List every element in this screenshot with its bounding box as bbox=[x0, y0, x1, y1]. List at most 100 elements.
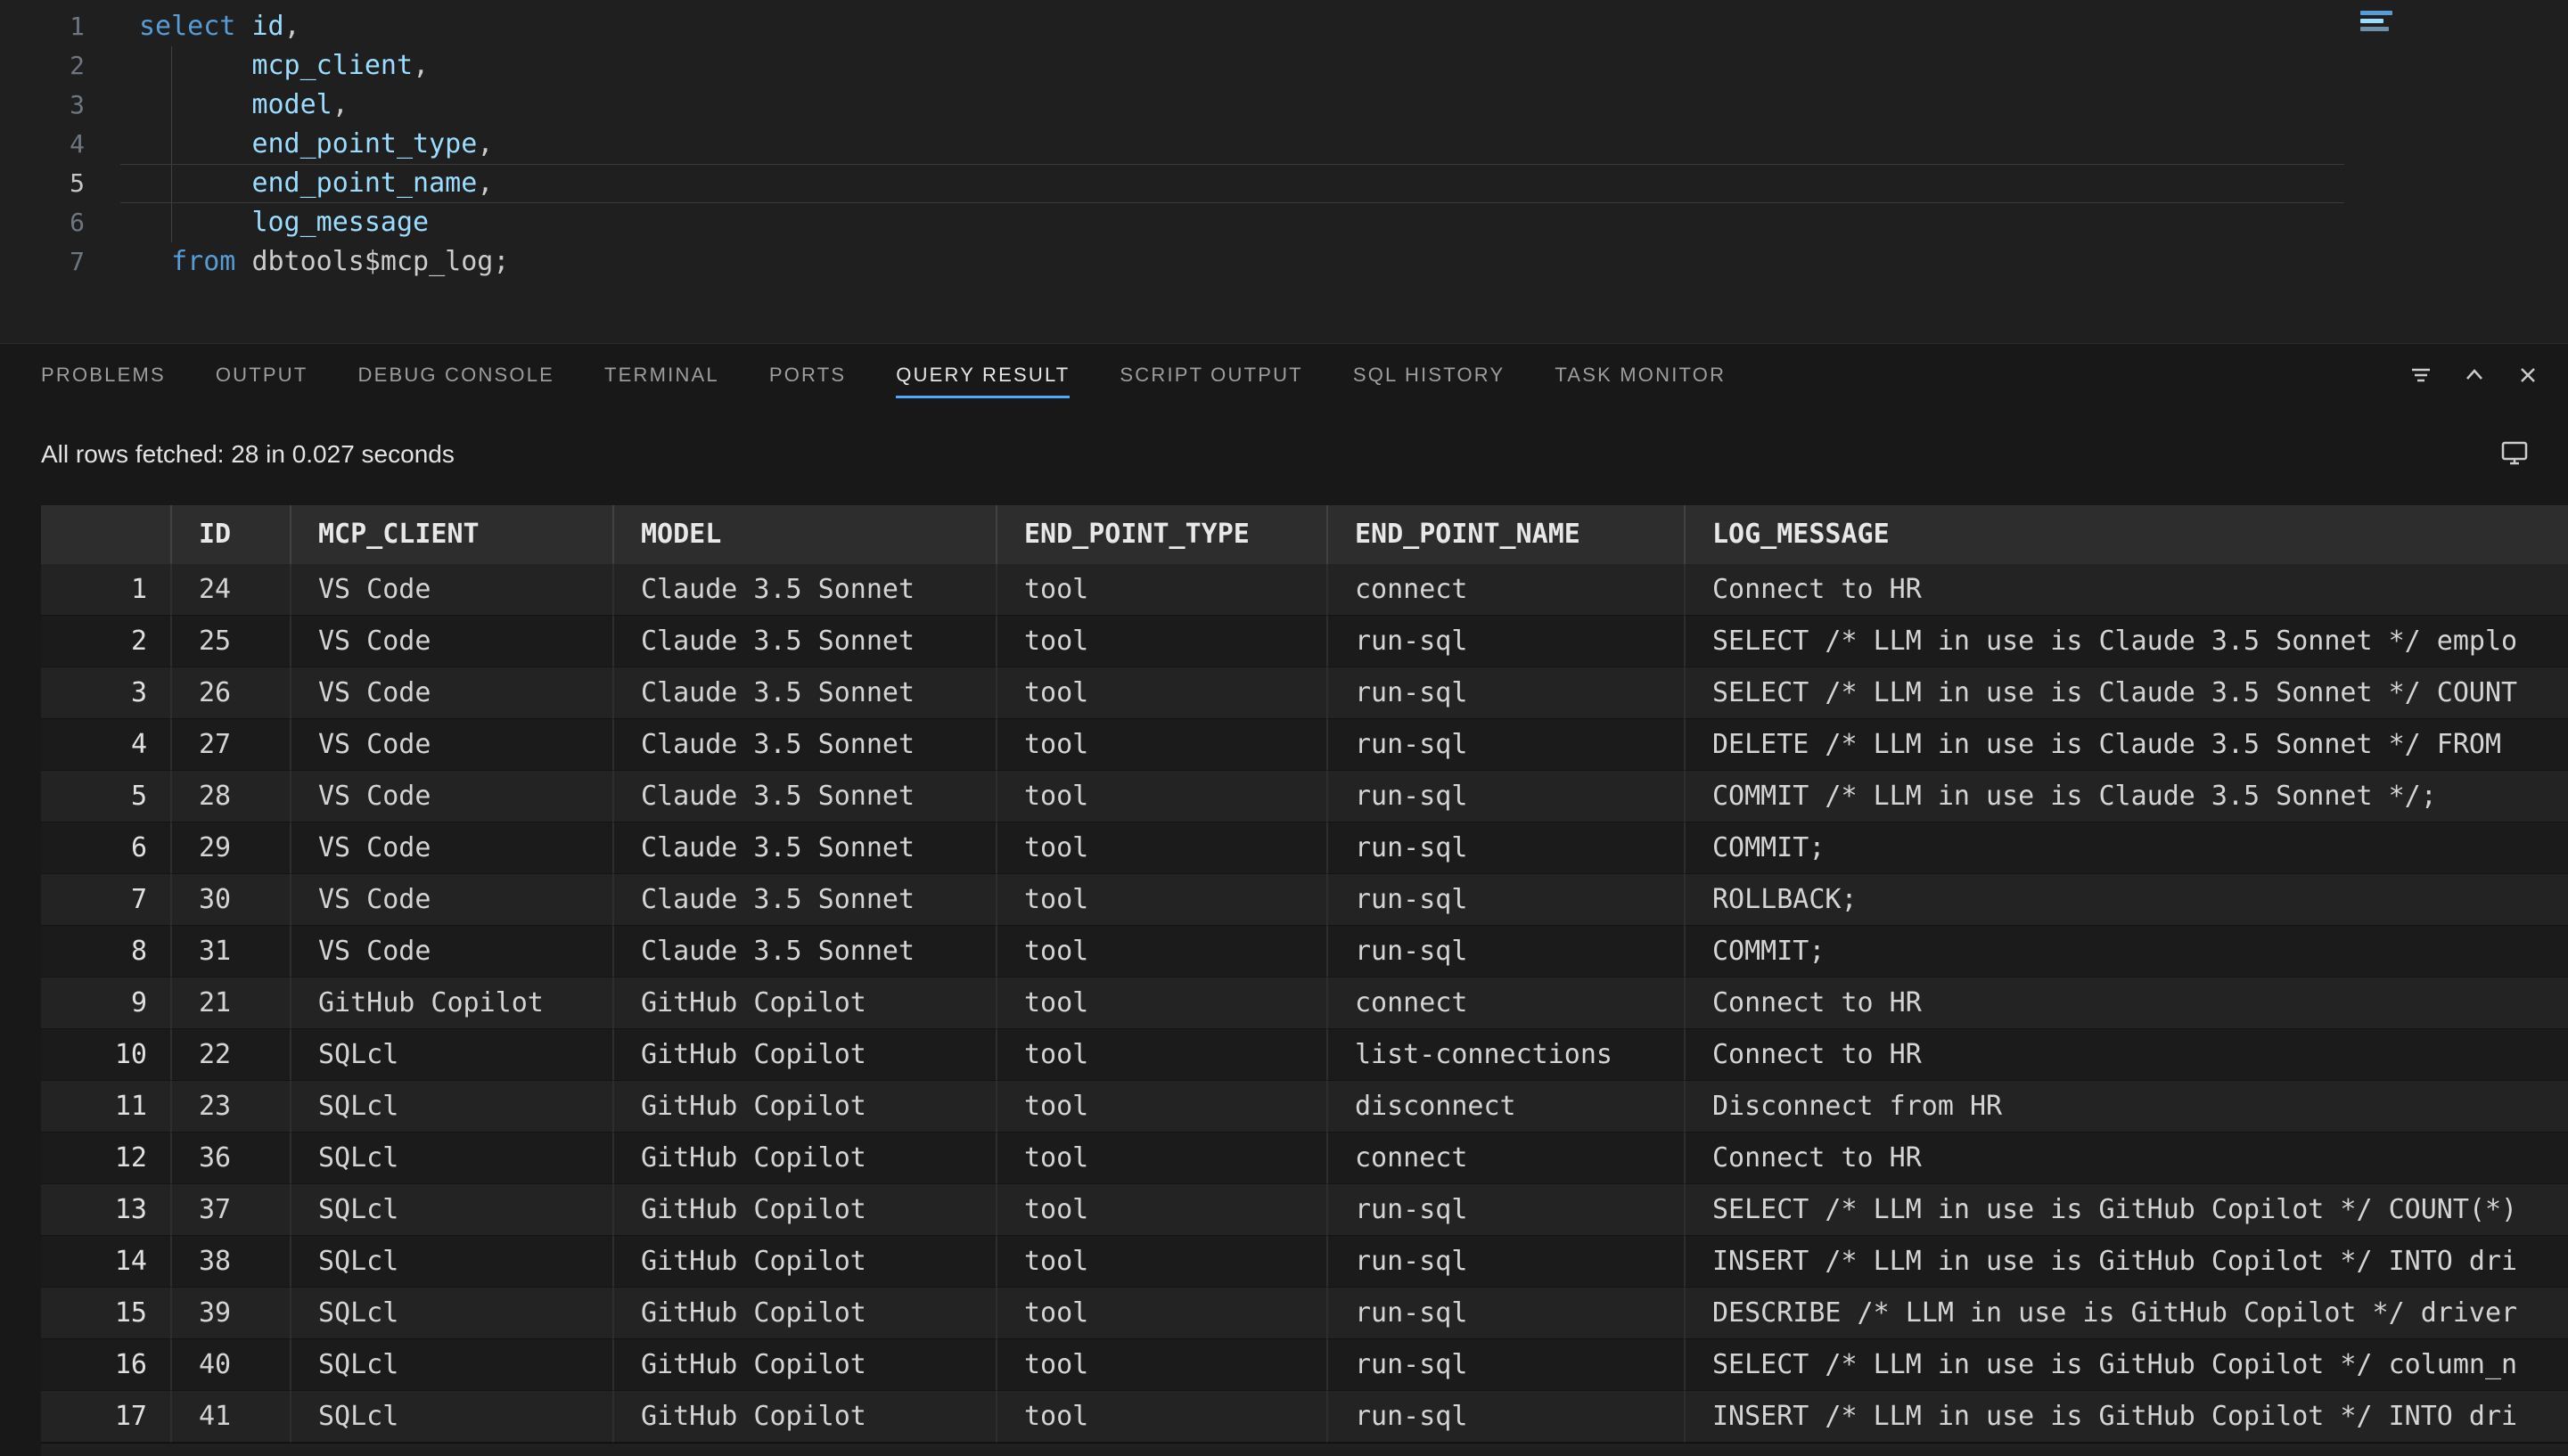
table-row[interactable]: 1337SQLclGitHub Copilottoolrun-sqlSELECT… bbox=[41, 1184, 2568, 1236]
table-row[interactable]: 1438SQLclGitHub Copilottoolrun-sqlINSERT… bbox=[41, 1236, 2568, 1288]
cell-id: 22 bbox=[170, 1029, 290, 1081]
cell-end_point_type: tool bbox=[996, 719, 1326, 771]
table-row[interactable]: 1022SQLclGitHub Copilottoollist-connecti… bbox=[41, 1029, 2568, 1081]
minimap-bar bbox=[2360, 27, 2389, 31]
cell-log_message: SELECT /* LLM in use is GitHub Copilot *… bbox=[1684, 1184, 2568, 1236]
cell-id: 31 bbox=[170, 926, 290, 977]
row-number: 14 bbox=[41, 1236, 170, 1288]
cell-model: Claude 3.5 Sonnet bbox=[612, 667, 996, 719]
token-plain bbox=[139, 246, 171, 277]
code-text: mcp_client, bbox=[139, 46, 429, 86]
cell-log_message: DESCRIBE /* LLM in use is GitHub Copilot… bbox=[1684, 1288, 2568, 1339]
cell-id: 41 bbox=[170, 1391, 290, 1443]
cell-end_point_type: tool bbox=[996, 564, 1326, 616]
column-header-model[interactable]: MODEL bbox=[612, 505, 996, 564]
token-identifier: end_point_name bbox=[251, 168, 477, 199]
table-row[interactable]: 1640SQLclGitHub Copilottoolrun-sqlSELECT… bbox=[41, 1339, 2568, 1391]
table-row[interactable]: 528VS CodeClaude 3.5 Sonnettoolrun-sqlCO… bbox=[41, 771, 2568, 822]
line-number: 5 bbox=[0, 164, 85, 203]
filter-lines-icon[interactable] bbox=[2406, 360, 2436, 390]
table-row[interactable]: 124VS CodeClaude 3.5 SonnettoolconnectCo… bbox=[41, 564, 2568, 616]
panel-tab-query-result[interactable]: QUERY RESULT bbox=[896, 344, 1070, 406]
cell-end_point_type: tool bbox=[996, 616, 1326, 667]
cell-mcp_client: SQLcl bbox=[290, 1391, 612, 1443]
panel-tab-terminal[interactable]: TERMINAL bbox=[604, 344, 719, 406]
cell-end_point_name: run-sql bbox=[1326, 822, 1684, 874]
close-icon[interactable] bbox=[2513, 360, 2543, 390]
row-number: 15 bbox=[41, 1288, 170, 1339]
table-row[interactable]: 1539SQLclGitHub Copilottoolrun-sqlDESCRI… bbox=[41, 1288, 2568, 1339]
code-text: model, bbox=[139, 86, 349, 125]
code-text: end_point_name, bbox=[139, 164, 493, 203]
sql-editor[interactable]: 1select id,2 mcp_client,3 model,4 end_po… bbox=[0, 0, 2568, 343]
cell-end_point_type: tool bbox=[996, 1133, 1326, 1184]
minimap-bar bbox=[2360, 19, 2383, 23]
cell-end_point_name: run-sql bbox=[1326, 926, 1684, 977]
token-identifier: id bbox=[251, 11, 283, 42]
code-line-5[interactable]: 5 end_point_name, bbox=[0, 164, 2568, 203]
table-row[interactable]: 1123SQLclGitHub CopilottooldisconnectDis… bbox=[41, 1081, 2568, 1133]
cell-id: 30 bbox=[170, 874, 290, 926]
row-number: 6 bbox=[41, 822, 170, 874]
cell-id: 24 bbox=[170, 564, 290, 616]
column-header-end_point_type[interactable]: END_POINT_TYPE bbox=[996, 505, 1326, 564]
table-row[interactable]: 326VS CodeClaude 3.5 Sonnettoolrun-sqlSE… bbox=[41, 667, 2568, 719]
token-plain bbox=[139, 89, 251, 120]
code-line-2[interactable]: 2 mcp_client, bbox=[0, 46, 2568, 86]
table-row[interactable]: 1741SQLclGitHub Copilottoolrun-sqlINSERT… bbox=[41, 1391, 2568, 1443]
cell-log_message: INSERT /* LLM in use is GitHub Copilot *… bbox=[1684, 1236, 2568, 1288]
cell-log_message: Connect to HR bbox=[1684, 1029, 2568, 1081]
token-plain: , bbox=[332, 89, 349, 120]
panel-tab-output[interactable]: OUTPUT bbox=[216, 344, 308, 406]
row-number: 7 bbox=[41, 874, 170, 926]
row-number: 11 bbox=[41, 1081, 170, 1133]
token-plain bbox=[235, 11, 251, 42]
table-row[interactable]: 225VS CodeClaude 3.5 Sonnettoolrun-sqlSE… bbox=[41, 616, 2568, 667]
row-number: 5 bbox=[41, 771, 170, 822]
cell-log_message: Connect to HR bbox=[1684, 1133, 2568, 1184]
code-line-6[interactable]: 6 log_message bbox=[0, 203, 2568, 242]
cell-mcp_client: VS Code bbox=[290, 822, 612, 874]
cell-end_point_name: connect bbox=[1326, 1133, 1684, 1184]
result-grid: IDMCP_CLIENTMODELEND_POINT_TYPEEND_POINT… bbox=[41, 505, 2568, 1455]
column-header-mcp_client[interactable]: MCP_CLIENT bbox=[290, 505, 612, 564]
table-row[interactable]: 921GitHub CopilotGitHub Copilottoolconne… bbox=[41, 977, 2568, 1029]
code-lines: 1select id,2 mcp_client,3 model,4 end_po… bbox=[0, 7, 2568, 282]
column-header-end_point_name[interactable]: END_POINT_NAME bbox=[1326, 505, 1684, 564]
code-line-4[interactable]: 4 end_point_type, bbox=[0, 125, 2568, 164]
table-row[interactable]: 1236SQLclGitHub CopilottoolconnectConnec… bbox=[41, 1133, 2568, 1184]
line-number: 2 bbox=[0, 46, 85, 86]
table-row[interactable]: 427VS CodeClaude 3.5 Sonnettoolrun-sqlDE… bbox=[41, 719, 2568, 771]
cell-log_message: INSERT /* LLM in use is GitHub Copilot *… bbox=[1684, 1391, 2568, 1443]
panel-tab-problems[interactable]: PROBLEMS bbox=[41, 344, 166, 406]
code-line-7[interactable]: 7 from dbtools$mcp_log; bbox=[0, 242, 2568, 282]
panel-tab-sql-history[interactable]: SQL HISTORY bbox=[1353, 344, 1506, 406]
panel-tab-script-output[interactable]: SCRIPT OUTPUT bbox=[1120, 344, 1302, 406]
panel-tab-ports[interactable]: PORTS bbox=[769, 344, 846, 406]
cell-id: 39 bbox=[170, 1288, 290, 1339]
table-row[interactable]: 831VS CodeClaude 3.5 Sonnettoolrun-sqlCO… bbox=[41, 926, 2568, 977]
token-plain bbox=[139, 207, 251, 238]
minimap[interactable] bbox=[2360, 11, 2396, 35]
cell-model: GitHub Copilot bbox=[612, 1029, 996, 1081]
chevron-up-icon[interactable] bbox=[2459, 360, 2490, 390]
token-plain: , bbox=[413, 50, 429, 81]
cell-id: 21 bbox=[170, 977, 290, 1029]
fetch-status: All rows fetched: 28 in 0.027 seconds bbox=[41, 437, 455, 472]
table-row[interactable]: 629VS CodeClaude 3.5 Sonnettoolrun-sqlCO… bbox=[41, 822, 2568, 874]
panel-tab-task-monitor[interactable]: TASK MONITOR bbox=[1555, 344, 1726, 406]
row-number: 3 bbox=[41, 667, 170, 719]
column-header-log_message[interactable]: LOG_MESSAGE bbox=[1684, 505, 2568, 564]
cell-model: Claude 3.5 Sonnet bbox=[612, 719, 996, 771]
open-in-window-icon[interactable] bbox=[2497, 435, 2532, 470]
row-number: 17 bbox=[41, 1391, 170, 1443]
cell-mcp_client: SQLcl bbox=[290, 1081, 612, 1133]
token-plain: , bbox=[284, 11, 300, 42]
code-line-3[interactable]: 3 model, bbox=[0, 86, 2568, 125]
column-header-id[interactable]: ID bbox=[170, 505, 290, 564]
cell-log_message: SELECT /* LLM in use is GitHub Copilot *… bbox=[1684, 1339, 2568, 1391]
code-line-1[interactable]: 1select id, bbox=[0, 7, 2568, 46]
panel-tab-debug-console[interactable]: DEBUG CONSOLE bbox=[358, 344, 555, 406]
column-header-rownum bbox=[41, 505, 170, 564]
table-row[interactable]: 730VS CodeClaude 3.5 Sonnettoolrun-sqlRO… bbox=[41, 874, 2568, 926]
